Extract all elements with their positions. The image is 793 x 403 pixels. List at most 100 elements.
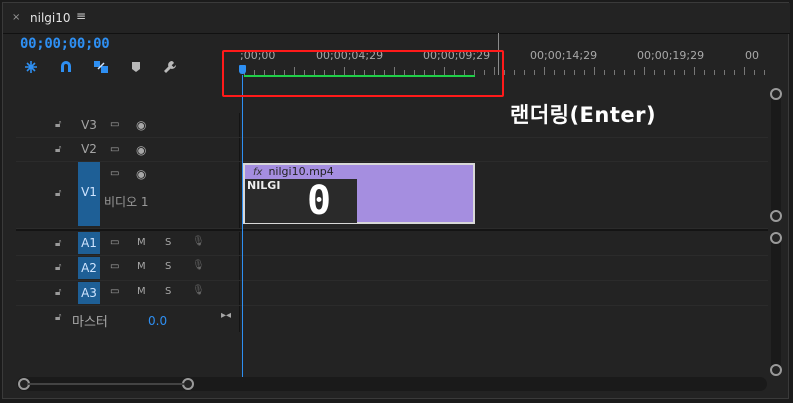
ruler-label: 00;00;19;29 <box>637 49 705 62</box>
sync-lock-icon[interactable]: ▭ <box>110 168 119 179</box>
ruler-tick <box>644 67 645 75</box>
sync-lock-icon[interactable]: ▭ <box>110 144 119 155</box>
ruler-tick <box>734 70 735 75</box>
ruler-tick <box>504 70 505 75</box>
ruler-tick <box>654 70 655 75</box>
wrench-icon[interactable] <box>161 58 179 76</box>
highlight-box <box>222 50 504 97</box>
scroll-knob[interactable] <box>770 210 782 222</box>
ruler-label: 00;00;14;29 <box>530 49 598 62</box>
microphone-icon[interactable]: 🎙︎ <box>192 236 205 247</box>
eye-icon[interactable]: ◉ <box>136 167 146 181</box>
ruler-tick <box>624 70 625 75</box>
clip-name: nilgi10.mp4 <box>268 165 334 178</box>
master-track-label: 마스터 <box>72 315 108 330</box>
lock-icon[interactable]: 🔓︎ <box>55 287 61 298</box>
clip-thumbnail: NILGI 0 <box>245 179 357 223</box>
lock-icon[interactable]: 🔓︎ <box>55 238 61 249</box>
mute-button[interactable]: M <box>137 237 146 248</box>
ruler-tick <box>584 70 585 75</box>
clip-title-bar: fx nilgi10.mp4 <box>245 165 339 179</box>
lock-icon[interactable]: 🔓︎ <box>55 312 61 323</box>
lock-icon[interactable]: 🔓︎ <box>55 119 61 130</box>
snap-icon[interactable] <box>57 58 75 76</box>
thumbnail-text: NILGI <box>247 179 281 192</box>
lock-icon[interactable]: 🔓︎ <box>55 144 61 155</box>
track-header-v3: 🔓︎ V3 ▭ ◉ <box>16 113 240 137</box>
track-a1: 🔓︎ A1 ▭ M S 🎙︎ <box>16 232 768 256</box>
fx-badge[interactable]: fx <box>253 167 262 178</box>
ruler-tick <box>704 70 705 75</box>
panel-menu-icon[interactable]: ≡ <box>76 9 86 23</box>
render-annotation: 랜더링(Enter) <box>510 103 657 127</box>
thumbnail-number: 0 <box>307 178 332 224</box>
ruler-tick <box>744 67 745 75</box>
timeline-panel: × nilgi10 ≡ 00;00;00;00 ;00;00 00;00;04;… <box>2 2 790 399</box>
track-name-v2[interactable]: V2 <box>78 138 100 160</box>
microphone-icon[interactable]: 🎙︎ <box>192 285 205 296</box>
sync-lock-icon[interactable]: ▭ <box>110 261 119 272</box>
ruler-tick <box>694 67 695 75</box>
ruler-label: 00 <box>745 49 759 62</box>
eye-icon[interactable]: ◉ <box>136 118 146 132</box>
ruler-tick <box>564 70 565 75</box>
zoom-bar[interactable] <box>27 383 184 385</box>
tab-close-icon[interactable]: × <box>12 12 20 23</box>
track-name-a1[interactable]: A1 <box>78 232 100 254</box>
track-header-master: 🔓︎ ▸◂ <box>16 306 240 332</box>
ruler-tick <box>614 70 615 75</box>
marker-icon[interactable] <box>127 58 145 76</box>
go-to-end-icon[interactable]: ▸◂ <box>221 310 231 321</box>
scroll-knob[interactable] <box>770 88 782 100</box>
ruler-tick <box>754 70 755 75</box>
video-clip[interactable]: NILGI 0 fx nilgi10.mp4 <box>243 163 475 224</box>
panel-tab-bar: × nilgi10 ≡ <box>3 3 790 34</box>
ruler-tick <box>554 70 555 75</box>
solo-button[interactable]: S <box>165 286 171 297</box>
solo-button[interactable]: S <box>165 237 171 248</box>
master-volume-value[interactable]: 0.0 <box>148 314 167 328</box>
track-master: 🔓︎ ▸◂ <box>16 306 768 332</box>
track-header-v1: 🔓︎ V1 ▭ ◉ 비디오 1 <box>16 162 240 228</box>
track-name-a2[interactable]: A2 <box>78 257 100 279</box>
ruler-tick <box>534 70 535 75</box>
ruler-tick <box>674 70 675 75</box>
scroll-knob[interactable] <box>770 232 782 244</box>
ruler-tick <box>514 70 515 75</box>
sync-lock-icon[interactable]: ▭ <box>110 237 119 248</box>
sync-lock-icon[interactable]: ▭ <box>110 119 119 130</box>
video-audio-divider[interactable] <box>16 229 768 231</box>
lock-icon[interactable]: 🔓︎ <box>55 188 61 199</box>
sequence-tab[interactable]: nilgi10 <box>30 11 71 25</box>
ruler-tick <box>594 67 595 75</box>
lock-icon[interactable]: 🔓︎ <box>55 262 61 273</box>
audio-vertical-scrollbar[interactable] <box>770 232 782 376</box>
video-vertical-scrollbar[interactable] <box>770 88 782 222</box>
mute-button[interactable]: M <box>137 286 146 297</box>
sync-lock-icon[interactable]: ▭ <box>110 286 119 297</box>
track-header-a2: 🔓︎ A2 ▭ M S 🎙︎ <box>16 256 240 280</box>
track-v2: 🔓︎ V2 ▭ ◉ <box>16 138 768 162</box>
insert-nest-toggle-icon[interactable] <box>22 58 40 76</box>
playhead-timecode[interactable]: 00;00;00;00 <box>20 36 110 52</box>
track-header-v2: 🔓︎ V2 ▭ ◉ <box>16 138 240 161</box>
scroll-knob[interactable] <box>770 364 782 376</box>
horizontal-zoom-scrollbar[interactable] <box>17 377 767 391</box>
ruler-tick <box>724 70 725 75</box>
eye-icon[interactable]: ◉ <box>136 143 146 157</box>
track-a2: 🔓︎ A2 ▭ M S 🎙︎ <box>16 256 768 281</box>
mute-button[interactable]: M <box>137 261 146 272</box>
linked-selection-icon[interactable] <box>92 58 110 76</box>
microphone-icon[interactable]: 🎙︎ <box>192 260 205 271</box>
ruler-tick <box>664 70 665 75</box>
ruler-tick <box>604 70 605 75</box>
ruler-tick <box>714 70 715 75</box>
track-name-a3[interactable]: A3 <box>78 282 100 304</box>
playhead-line[interactable] <box>242 75 243 378</box>
track-header-a1: 🔓︎ A1 ▭ M S 🎙︎ <box>16 232 240 255</box>
track-name-v1[interactable]: V1 <box>78 162 100 226</box>
ruler-tick <box>634 70 635 75</box>
track-name-v3[interactable]: V3 <box>78 114 100 136</box>
ruler-tick <box>764 70 765 75</box>
solo-button[interactable]: S <box>165 261 171 272</box>
